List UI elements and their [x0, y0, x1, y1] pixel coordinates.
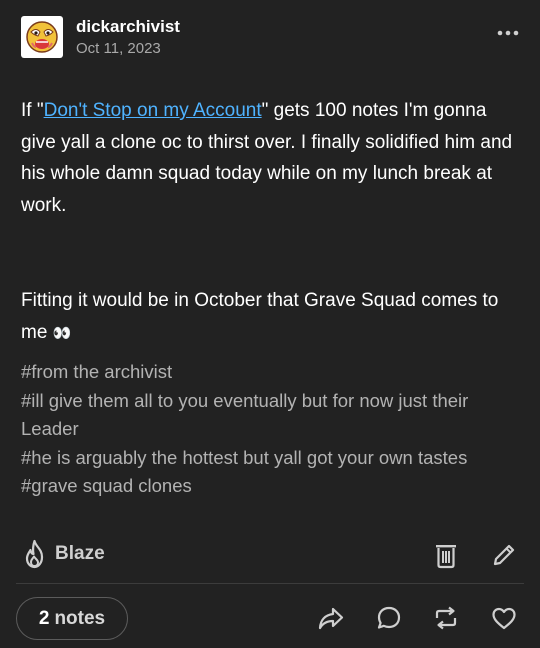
notes-count: 2 [38, 607, 50, 629]
notes-label: notes [54, 607, 106, 629]
tag[interactable]: #from the archivist [21, 358, 510, 387]
post-body: If "Don't Stop on my Account" gets 100 n… [21, 95, 522, 221]
share-icon[interactable] [317, 604, 345, 632]
tag[interactable]: #grave squad clones [21, 472, 510, 501]
reblog-icon[interactable] [432, 604, 460, 632]
blaze-button[interactable]: Blaze [22, 538, 105, 570]
paragraph-text: Fitting it would be in October that Grav… [21, 290, 499, 343]
blaze-icon [25, 539, 44, 569]
avatar[interactable] [21, 16, 63, 58]
trash-icon[interactable] [433, 541, 459, 569]
tag[interactable]: #he is arguably the hottest but yall got… [21, 444, 510, 473]
post-paragraph-2: Fitting it would be in October that Grav… [21, 285, 522, 349]
paragraph-text: If " [21, 100, 44, 121]
like-icon[interactable] [490, 604, 518, 632]
reply-icon[interactable] [375, 604, 403, 632]
tag[interactable]: #ill give them all to you eventually but… [21, 387, 510, 444]
tag-list: #from the archivist #ill give them all t… [21, 358, 510, 501]
more-icon[interactable] [496, 28, 520, 38]
eyes-emoji: 👀 [52, 324, 72, 342]
post-date[interactable]: Oct 11, 2023 [76, 40, 161, 57]
post-header: dickarchivist Oct 11, 2023 [21, 14, 524, 60]
username[interactable]: dickarchivist [76, 17, 180, 37]
notes-button[interactable]: 2 notes [16, 597, 128, 640]
divider [16, 583, 524, 584]
edit-icon[interactable] [491, 542, 517, 568]
post-paragraph-1: If "Don't Stop on my Account" gets 100 n… [21, 95, 522, 221]
blaze-label: Blaze [55, 543, 105, 564]
post-link[interactable]: Don't Stop on my Account [44, 100, 262, 121]
